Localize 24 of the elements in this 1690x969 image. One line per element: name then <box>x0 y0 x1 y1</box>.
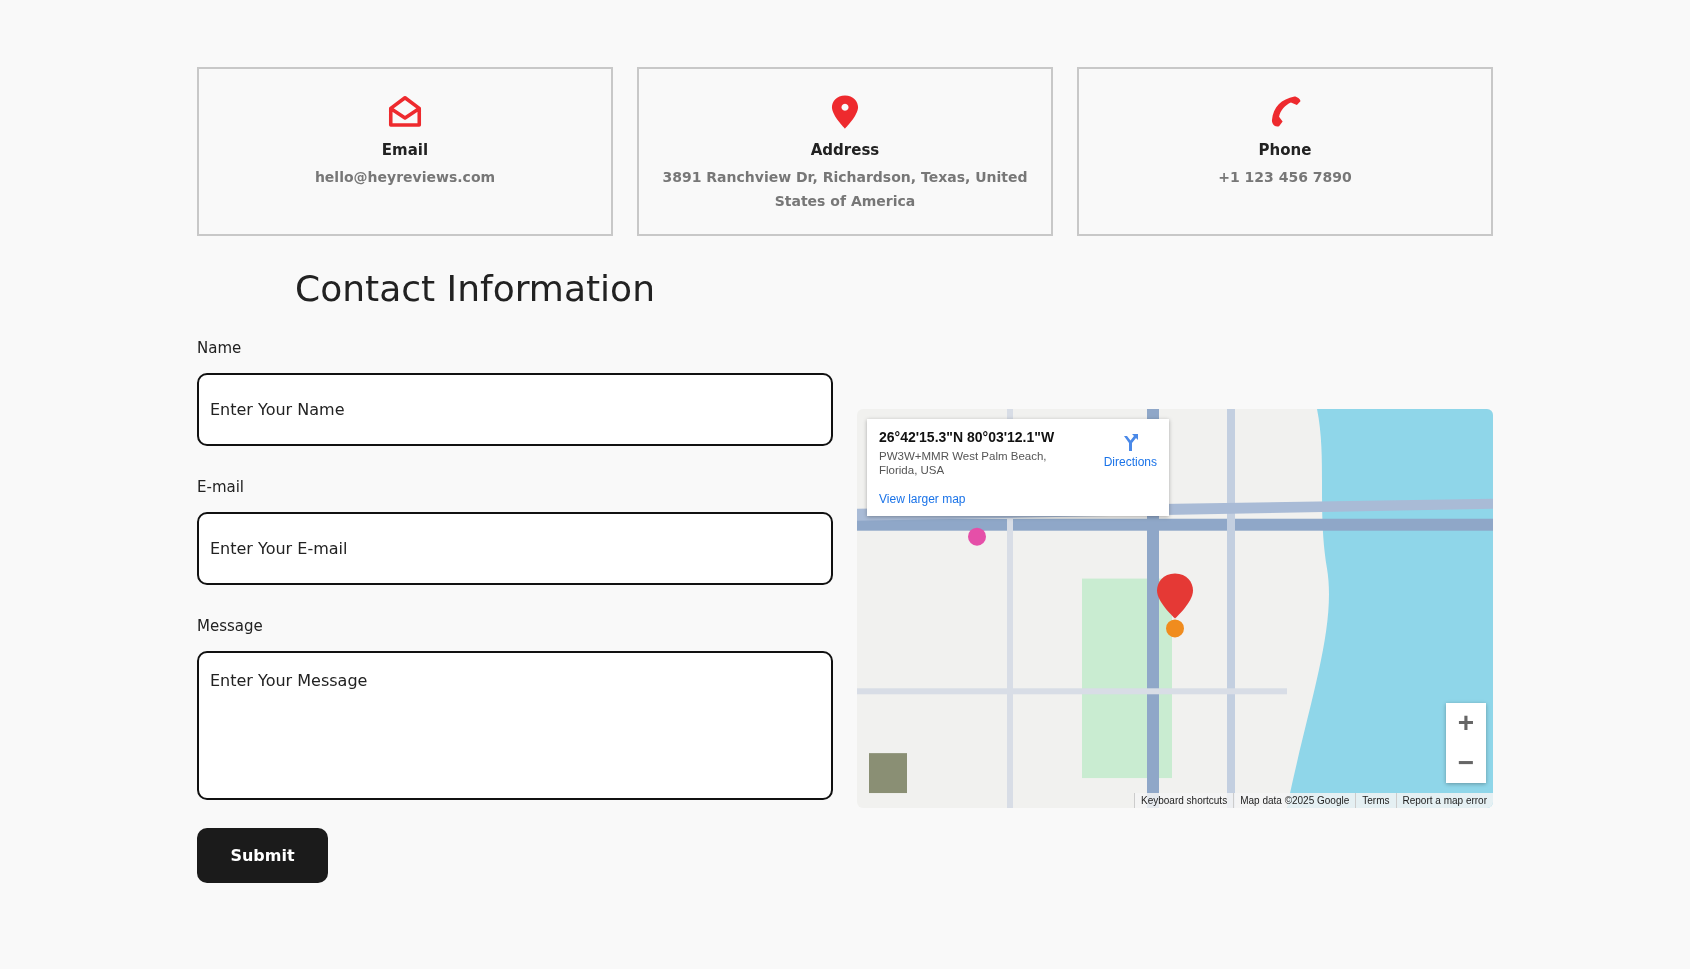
map-footer-link[interactable]: Map data ©2025 Google <box>1233 793 1356 808</box>
message-field[interactable]: Enter Your Message <box>197 651 833 800</box>
input-field[interactable]: Enter Your E-mail <box>197 512 833 585</box>
field-label: Name <box>197 339 243 357</box>
zoom-out-button[interactable]: − <box>1446 743 1486 783</box>
card-title: Phone <box>1258 141 1312 159</box>
field-label: E-mail <box>197 478 246 496</box>
view-larger-map-link[interactable]: View larger map <box>879 492 1079 506</box>
card-title: Address <box>810 141 880 159</box>
zoom-in-button[interactable]: + <box>1446 703 1486 743</box>
input-field[interactable]: Enter Your Name <box>197 373 833 446</box>
coordinates-text: 26°42'15.3"N 80°03'12.1"W <box>879 429 1056 445</box>
address-text: PW3W+MMR West Palm Beach, Florida, USA <box>879 449 1048 477</box>
card-text: +1 123 456 7890 <box>1218 168 1352 187</box>
map-footer-link[interactable]: Keyboard shortcuts <box>1134 793 1234 808</box>
map-footer-link[interactable]: Report a map error <box>1395 793 1493 808</box>
field-label: Message <box>197 617 264 635</box>
card-title: Email <box>381 141 429 159</box>
card-text: hello@heyreviews.com <box>314 168 496 187</box>
directions-link[interactable]: Directions <box>1103 455 1157 469</box>
map-footer-link[interactable]: Terms <box>1355 793 1396 808</box>
card-text: 3891 Ranchview Dr, Richardson, Texas, United States of America <box>661 168 1029 211</box>
submit-button[interactable]: Submit <box>197 828 328 883</box>
section-heading: Contact Information <box>294 268 656 309</box>
